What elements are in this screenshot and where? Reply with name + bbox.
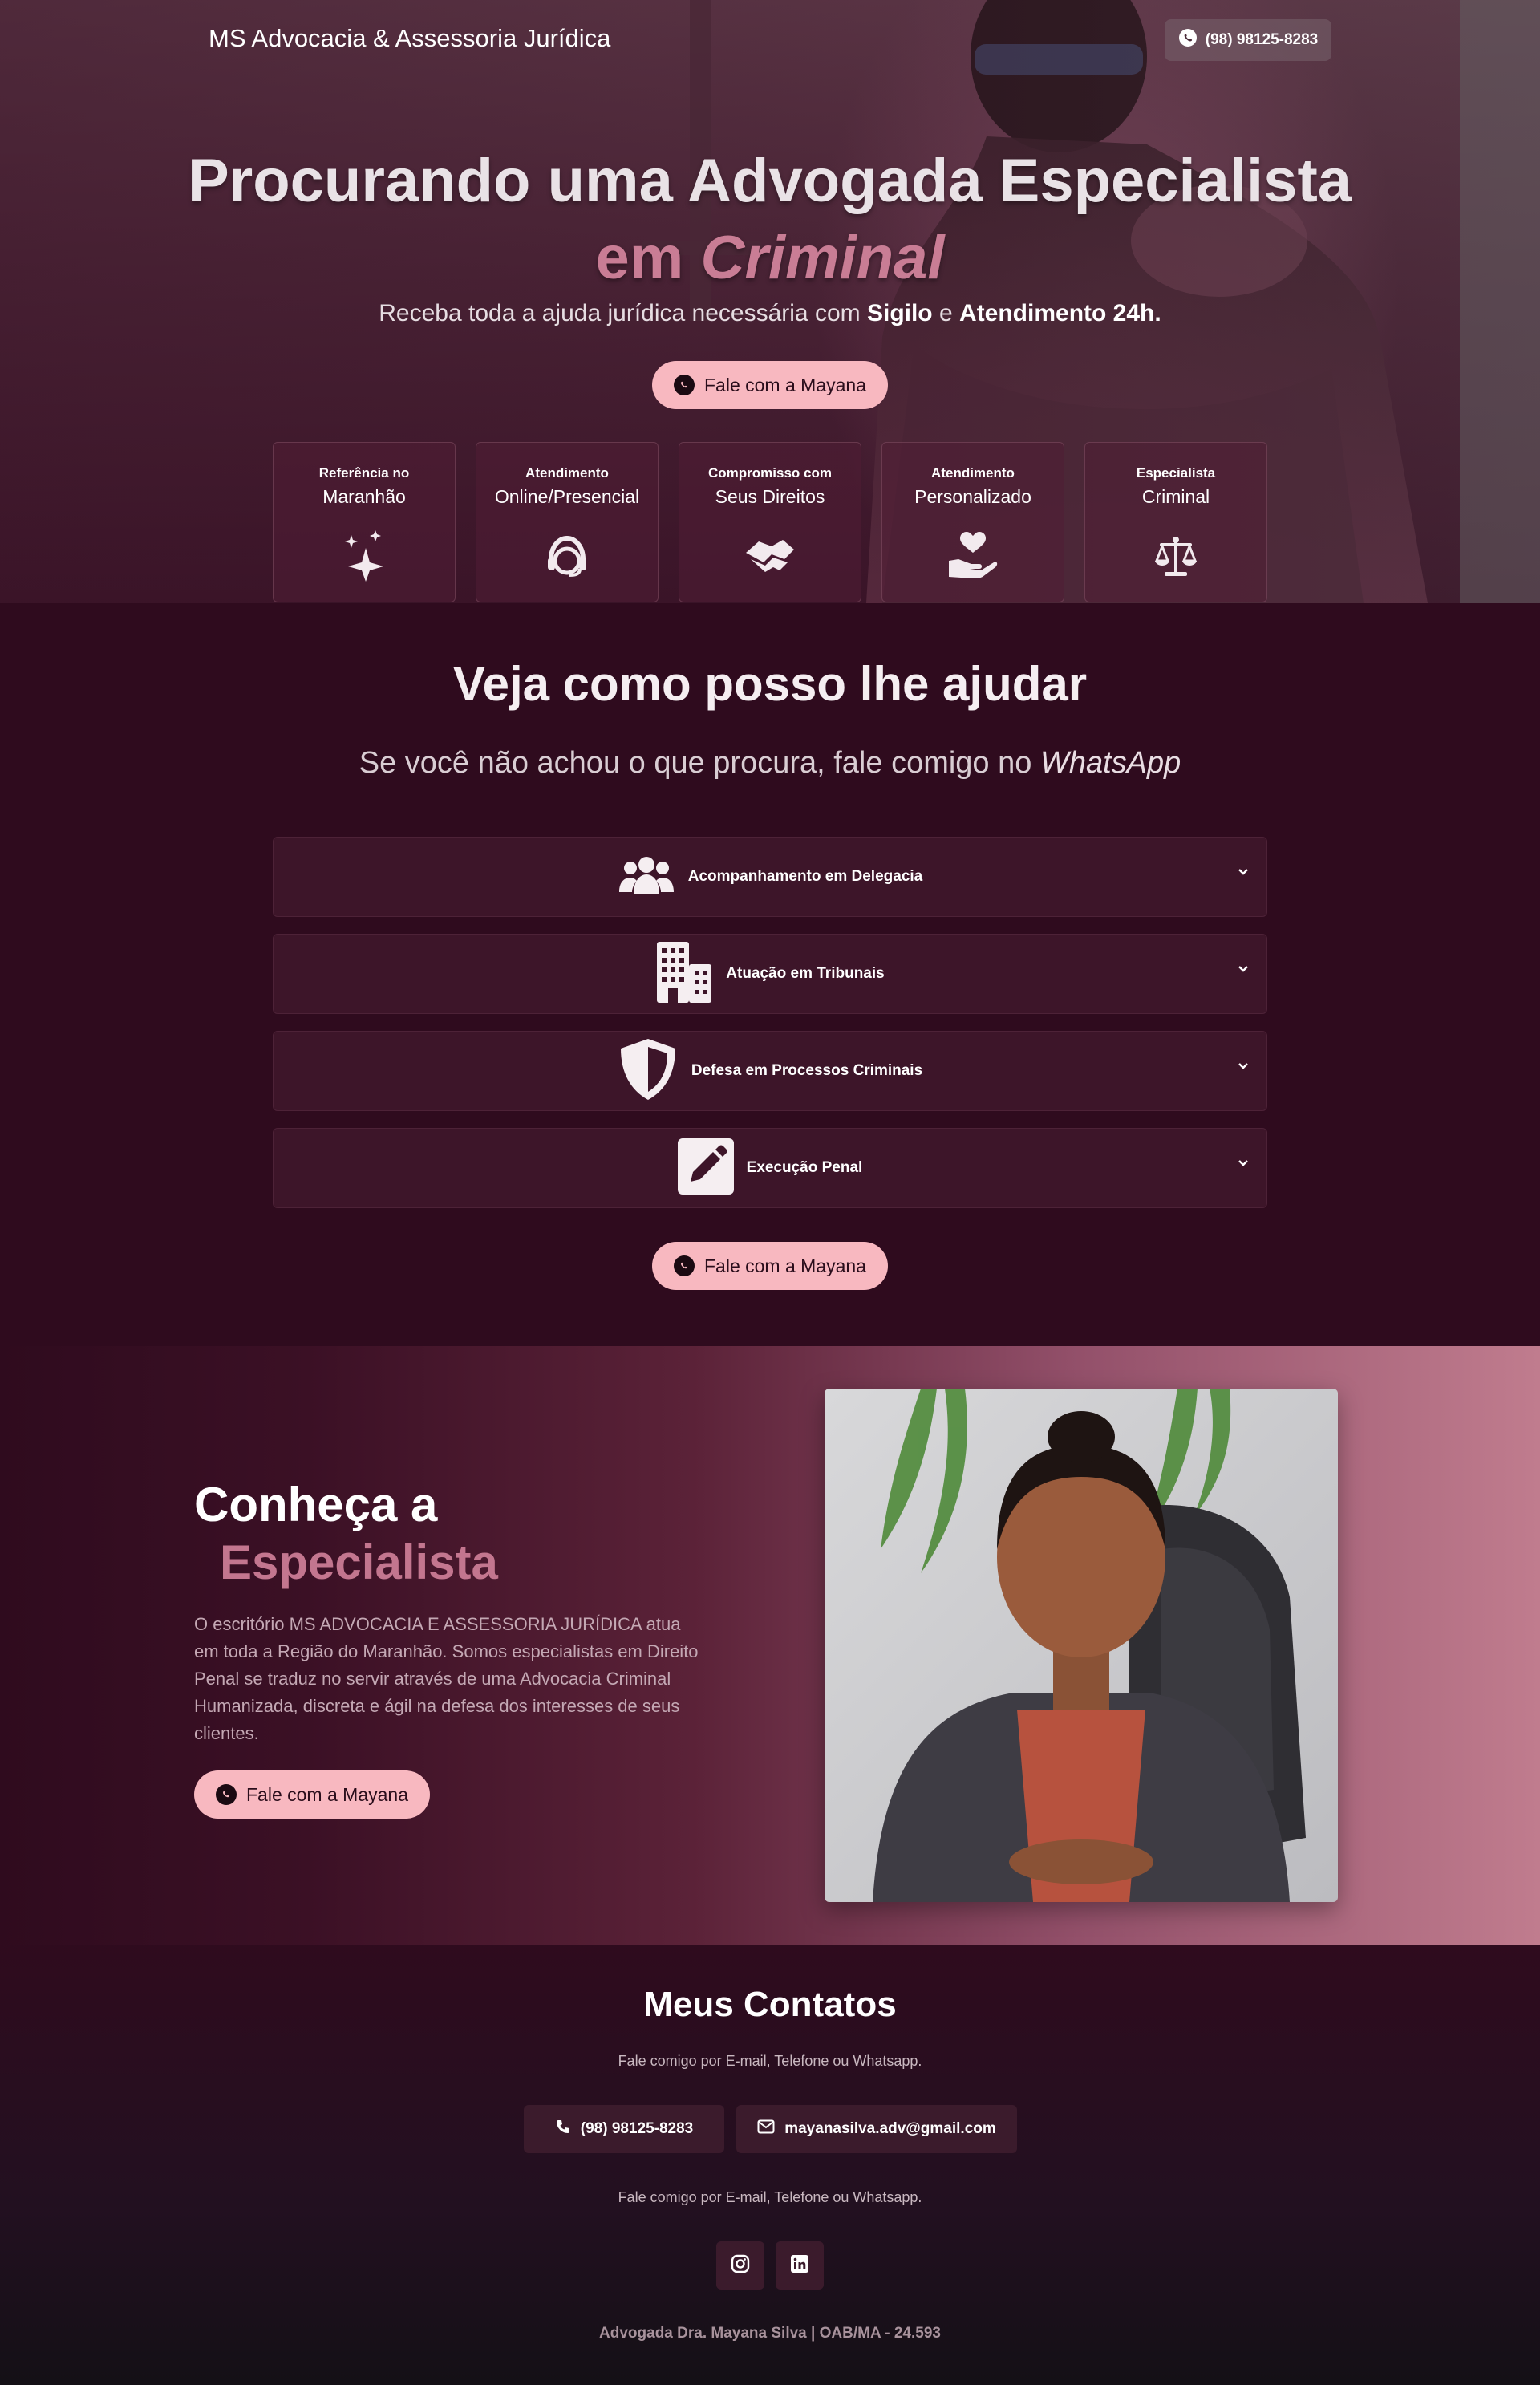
feature-card-rights: Compromisso com Seus Direitos bbox=[679, 442, 861, 602]
hero-subtitle: Receba toda a ajuda jurídica necessária … bbox=[0, 300, 1540, 327]
headset-icon bbox=[476, 530, 658, 582]
header-phone-button[interactable]: (98) 98125-8283 bbox=[1165, 19, 1331, 61]
hand-heart-icon bbox=[882, 530, 1064, 582]
features-row: Referência no Maranhão Atendimento Onlin… bbox=[273, 442, 1267, 602]
about-title-line1: Conheça a bbox=[194, 1478, 438, 1531]
lawyer-photo bbox=[825, 1389, 1338, 1902]
whatsapp-icon bbox=[674, 375, 695, 395]
services-cta-button[interactable]: Fale com a Mayana bbox=[652, 1242, 888, 1290]
building-icon bbox=[655, 941, 713, 1007]
accordion-item-delegacia[interactable]: Acompanhamento em Delegacia bbox=[273, 837, 1267, 917]
accordion-label: Defesa em Processos Criminais bbox=[691, 1062, 923, 1079]
whatsapp-icon bbox=[216, 1784, 237, 1805]
hero-subtitle-b1: Sigilo bbox=[866, 300, 933, 327]
about-text: O escritório MS ADVOCACIA E ASSESSORIA J… bbox=[194, 1614, 699, 1743]
about-title-line2: Especialista bbox=[220, 1535, 498, 1589]
accordion-label: Acompanhamento em Delegacia bbox=[687, 868, 923, 885]
feature-big-label: Maranhão bbox=[322, 486, 406, 507]
hero-cta-label: Fale com a Mayana bbox=[704, 374, 866, 395]
chevron-down-icon bbox=[1238, 1158, 1249, 1173]
mail-icon bbox=[757, 2119, 775, 2139]
about-title: Conheça a Especialista bbox=[194, 1476, 498, 1592]
feature-card-reference: Referência no Maranhão bbox=[273, 442, 456, 602]
services-cta-label: Fale com a Mayana bbox=[704, 1255, 866, 1276]
header-phone-label: (98) 98125-8283 bbox=[1205, 31, 1319, 48]
scales-icon bbox=[1085, 530, 1266, 582]
feature-card-personal: Atendimento Personalizado bbox=[881, 442, 1064, 602]
instagram-link[interactable] bbox=[716, 2241, 764, 2290]
accordion-label: Execução Penal bbox=[746, 1159, 863, 1176]
chevron-down-icon bbox=[1238, 866, 1249, 882]
chevron-down-icon bbox=[1238, 1061, 1249, 1076]
feature-card-criminal: Especialista Criminal bbox=[1084, 442, 1267, 602]
pencil-icon bbox=[677, 1138, 734, 1199]
contacts-subtitle: Fale comigo por E-mail, Telefone ou What… bbox=[618, 2053, 922, 2069]
users-icon bbox=[618, 855, 675, 899]
feature-big-label: Seus Direitos bbox=[715, 486, 825, 507]
brand-name[interactable]: MS Advocacia & Assessoria Jurídica bbox=[209, 24, 610, 53]
hero-subtitle-prefix: Receba toda a ajuda jurídica necessária … bbox=[379, 300, 861, 327]
feature-small-label: Especialista bbox=[1136, 465, 1216, 481]
handshake-icon bbox=[679, 530, 861, 582]
feature-small-label: Atendimento bbox=[525, 465, 609, 481]
contact-phone-label: (98) 98125-8283 bbox=[580, 2120, 694, 2137]
chevron-down-icon bbox=[1238, 963, 1249, 979]
services-subtitle-whatsapp: WhatsApp bbox=[1040, 746, 1181, 780]
contacts-title: Meus Contatos bbox=[643, 1985, 897, 2024]
about-cta-button[interactable]: Fale com a Mayana bbox=[194, 1770, 430, 1819]
feature-big-label: Personalizado bbox=[914, 486, 1031, 507]
hero-title-area: Criminal bbox=[700, 224, 945, 292]
hero-title-em: em bbox=[595, 224, 684, 292]
feature-small-label: Atendimento bbox=[931, 465, 1015, 481]
linkedin-icon bbox=[790, 2254, 809, 2278]
feature-big-label: Online/Presencial bbox=[494, 486, 640, 507]
contact-email-button[interactable]: mayanasilva.adv@gmail.com bbox=[736, 2105, 1017, 2153]
contact-phone-button[interactable]: (98) 98125-8283 bbox=[524, 2105, 724, 2153]
services-subtitle-prefix: Se você não achou o que procura, fale co… bbox=[359, 746, 1032, 780]
hero-title-line2: em Criminal bbox=[0, 220, 1540, 297]
hero-subtitle-mid: e bbox=[938, 300, 953, 327]
services-title: Veja como posso lhe ajudar bbox=[452, 657, 1088, 711]
accordion-item-processos[interactable]: Defesa em Processos Criminais bbox=[273, 1031, 1267, 1111]
contacts-subtitle-2: Fale comigo por E-mail, Telefone ou What… bbox=[618, 2189, 922, 2205]
whatsapp-icon bbox=[1178, 28, 1198, 52]
feature-card-online: Atendimento Online/Presencial bbox=[476, 442, 659, 602]
instagram-icon bbox=[731, 2254, 750, 2278]
phone-icon bbox=[555, 2119, 571, 2140]
sparkles-icon bbox=[274, 530, 455, 582]
hero-subtitle-b2: Atendimento 24h. bbox=[959, 300, 1161, 327]
accordion-label: Atuação em Tribunais bbox=[726, 965, 885, 982]
whatsapp-icon bbox=[674, 1255, 695, 1276]
feature-small-label: Compromisso com bbox=[708, 465, 832, 481]
feature-small-label: Referência no bbox=[318, 465, 410, 481]
contact-email-label: mayanasilva.adv@gmail.com bbox=[784, 2120, 996, 2137]
hero-cta-button[interactable]: Fale com a Mayana bbox=[652, 361, 888, 409]
about-cta-label: Fale com a Mayana bbox=[246, 1783, 408, 1805]
accordion-item-execucao[interactable]: Execução Penal bbox=[273, 1128, 1267, 1208]
hero-title: Procurando uma Advogada Especialista em … bbox=[0, 143, 1540, 297]
hero-title-line1: Procurando uma Advogada Especialista bbox=[188, 147, 1352, 215]
feature-big-label: Criminal bbox=[1141, 486, 1210, 507]
shield-icon bbox=[618, 1037, 679, 1105]
linkedin-link[interactable] bbox=[776, 2241, 824, 2290]
footer-note: Advogada Dra. Mayana Silva | OAB/MA - 24… bbox=[599, 2325, 941, 2342]
accordion-item-tribunais[interactable]: Atuação em Tribunais bbox=[273, 934, 1267, 1014]
services-subtitle: Se você não achou o que procura, fale co… bbox=[0, 746, 1540, 781]
